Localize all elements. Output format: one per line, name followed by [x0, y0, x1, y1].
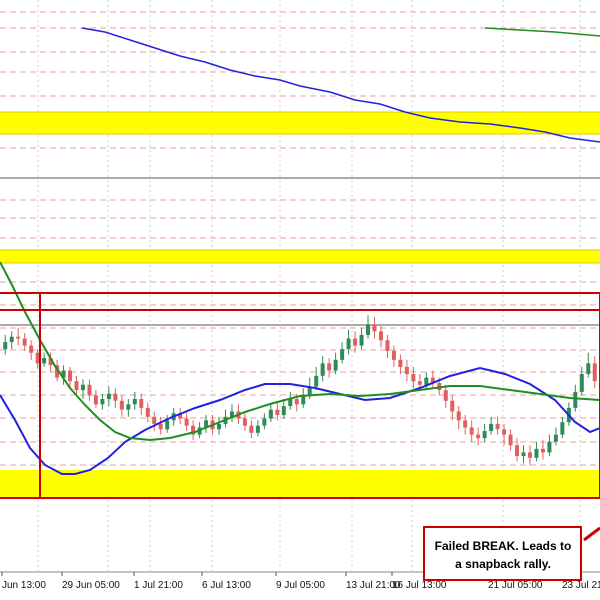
candle-body — [391, 350, 396, 360]
candle-body — [353, 338, 358, 346]
candle-body — [586, 363, 591, 375]
candle-body — [262, 418, 267, 426]
candle-body — [534, 448, 539, 458]
candle-body — [560, 422, 565, 435]
candle-body — [366, 324, 371, 335]
blue-ma-line — [0, 366, 600, 475]
candle-body — [378, 331, 383, 341]
candle-body — [16, 336, 21, 339]
candle-body — [132, 399, 137, 405]
x-tick-label: 6 Jul 13:00 — [202, 580, 251, 591]
candle-body — [268, 409, 273, 419]
candle-body — [398, 359, 403, 367]
candle-body — [320, 363, 325, 376]
candle-body — [152, 416, 157, 424]
candle-body — [515, 445, 520, 456]
candle-body — [327, 363, 332, 371]
x-tick-label: 21 Jul 05:00 — [488, 580, 543, 591]
candle-body — [217, 423, 222, 430]
candle-body — [126, 404, 131, 410]
candle-body — [87, 384, 92, 396]
x-tick-label: 9 Jul 05:00 — [276, 580, 325, 591]
candle-body — [411, 374, 416, 382]
candle-body — [476, 434, 481, 439]
annotation-line-1: Failed BREAK. Leads to — [435, 539, 572, 553]
candle-body — [385, 340, 390, 351]
x-tick-label: 29 Jun 05:00 — [62, 580, 120, 591]
candle-body — [249, 425, 254, 433]
candle-body — [93, 395, 98, 405]
x-tick-label: 1 Jul 21:00 — [134, 580, 183, 591]
upper-ma-line-green — [484, 27, 600, 37]
candle-body — [184, 418, 189, 426]
candle-body — [139, 399, 144, 408]
candle-body — [242, 418, 247, 426]
candle-body — [359, 334, 364, 346]
candle-body — [100, 399, 105, 405]
candle-body — [482, 431, 487, 439]
candle-body — [275, 409, 280, 416]
candle-body — [165, 420, 170, 430]
candle-body — [404, 366, 409, 375]
candle-body — [314, 375, 319, 387]
candle-body — [333, 359, 338, 371]
candle-body — [469, 427, 474, 435]
candle-body — [145, 407, 150, 417]
candle-body — [573, 391, 578, 408]
candle-body — [42, 358, 47, 364]
candle-body — [443, 390, 448, 401]
x-tick-label: 23 Jul 21:00 — [562, 580, 600, 591]
candle-body — [495, 423, 500, 430]
highlight-zone — [0, 250, 600, 263]
candle-body — [346, 338, 351, 350]
annotation-arrow — [583, 526, 600, 542]
candle-body — [527, 452, 532, 458]
candle-body — [372, 324, 377, 332]
candle-body — [294, 399, 299, 405]
candle-body — [80, 384, 85, 391]
candle-body — [450, 400, 455, 412]
candle-body — [547, 441, 552, 453]
candle-body — [22, 338, 27, 346]
candle-body — [29, 345, 34, 353]
candle-body — [417, 381, 422, 385]
candle-body — [106, 393, 111, 399]
candle-body — [424, 377, 429, 385]
highlight-zone — [0, 112, 600, 134]
x-tick-label: Jun 13:00 — [2, 580, 46, 591]
candle-body — [502, 429, 507, 435]
candle-body — [281, 406, 286, 416]
candle-body — [521, 452, 526, 456]
annotation-line-2: a snapback rally. — [455, 557, 551, 571]
highlight-zone — [0, 470, 600, 498]
candle-body — [9, 336, 14, 343]
annotation: Failed BREAK. Leads to a snapback rally. — [423, 526, 600, 581]
annotation-box — [423, 526, 582, 581]
x-tick-label: 16 Jul 13:00 — [392, 580, 447, 591]
candle-body — [255, 425, 260, 433]
candle-body — [119, 400, 124, 410]
price-chart: Jun 13:00 29 Jun 05:00 1 Jul 21:00 6 Jul 13… — [0, 0, 600, 591]
candle-body — [74, 381, 79, 391]
candle-body — [288, 399, 293, 407]
candle-body — [113, 393, 118, 401]
candle-body — [463, 420, 468, 428]
candle-body — [340, 349, 345, 360]
candle-body — [68, 370, 73, 382]
candle-body — [592, 363, 597, 382]
candle-body — [3, 342, 8, 350]
green-ma-line — [0, 261, 600, 442]
candle-body — [508, 434, 513, 446]
candle-body — [489, 423, 494, 432]
candle-body — [579, 374, 584, 392]
candle-body — [158, 423, 163, 430]
candle-body — [456, 411, 461, 421]
candle-body — [540, 448, 545, 453]
candle-body — [553, 434, 558, 442]
